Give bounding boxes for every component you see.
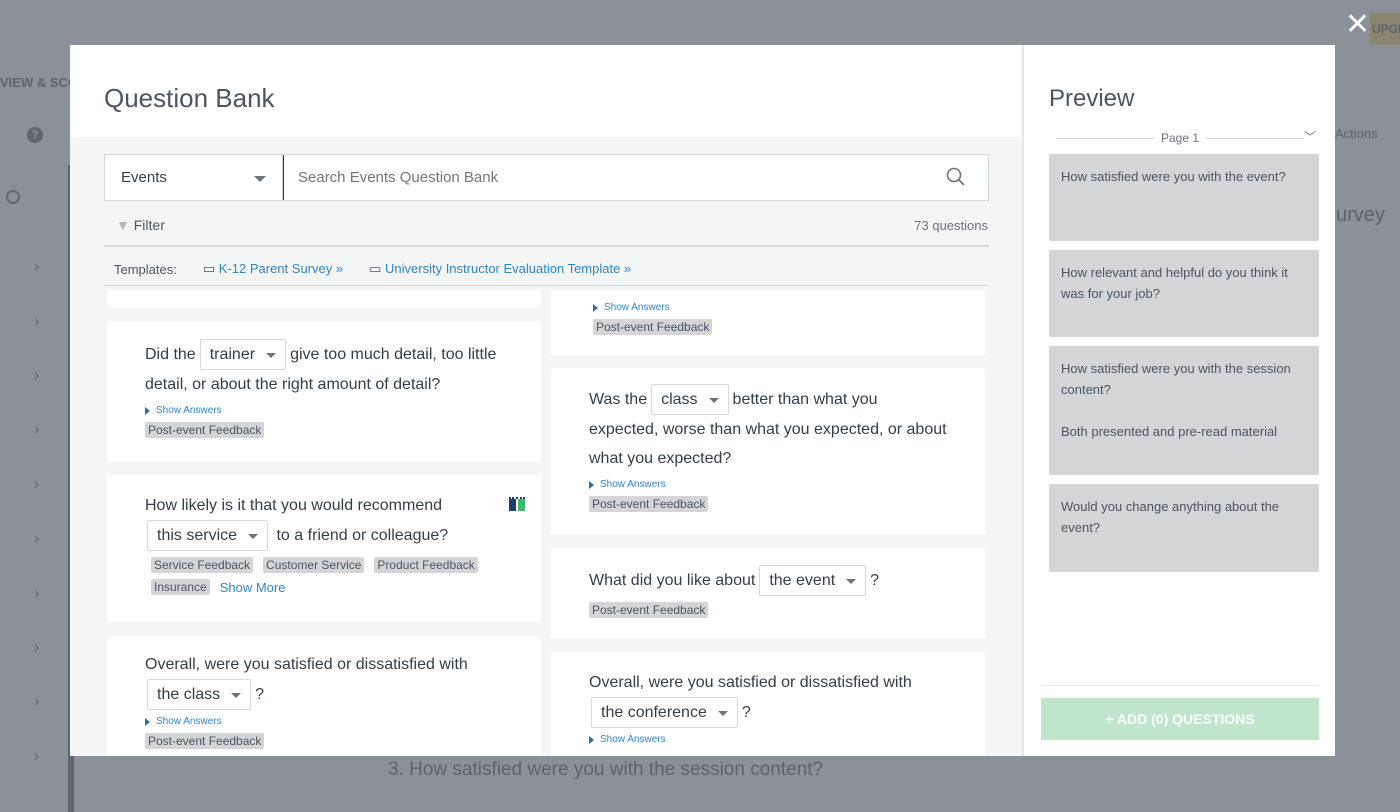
page-label: Page 1 xyxy=(1056,131,1304,145)
modal-title: Question Bank xyxy=(104,83,275,113)
tag: Service Feedback xyxy=(151,557,254,573)
help-icon: ? xyxy=(27,127,43,143)
search-icon[interactable] xyxy=(946,167,966,187)
tag: Post-event Feedback xyxy=(593,319,713,335)
question-bank-modal: Question Bank Events ▼ Filter 73 questio… xyxy=(70,45,1335,756)
chevron-right-icon: › xyxy=(34,476,40,493)
nps-icon xyxy=(509,497,525,511)
question-text: ? xyxy=(741,704,751,721)
question-text: give too much detail, too little detail,… xyxy=(145,346,497,393)
show-answers-link[interactable]: Show Answers xyxy=(589,479,947,490)
templates-label: Templates: xyxy=(114,261,177,277)
preview-title: Preview xyxy=(1049,85,1135,112)
question-list[interactable]: Did the trainer give too much detail, too … xyxy=(70,290,1022,756)
show-answers-link[interactable]: Show Answers xyxy=(589,734,947,745)
show-answers-link[interactable]: Show Answers xyxy=(145,405,503,416)
show-answers-link[interactable]: Show Answers xyxy=(593,302,943,313)
caret-right-icon xyxy=(145,406,150,415)
question-dropdown[interactable]: this service xyxy=(147,520,269,551)
filter-button[interactable]: ▼ Filter xyxy=(116,217,165,233)
chevron-right-icon: › xyxy=(34,313,40,330)
tag: Post-event Feedback xyxy=(589,602,709,618)
filter-label: Filter xyxy=(133,217,165,233)
add-questions-button[interactable]: + ADD (0) QUESTIONS xyxy=(1041,698,1319,740)
bg-tab-label: VIEW & SCO xyxy=(0,75,79,90)
show-more-link[interactable]: Show More xyxy=(220,580,286,595)
question-text: Was the xyxy=(589,391,648,408)
question-card[interactable]: Did the trainer give too much detail, too … xyxy=(107,321,541,462)
tag: Post-event Feedback xyxy=(145,422,265,438)
caret-down-icon xyxy=(254,176,266,182)
question-text: How likely is it that you would recommen… xyxy=(145,497,443,514)
filter-icon: ▼ xyxy=(116,217,130,233)
chevron-right-icon: › xyxy=(34,258,40,275)
question-card[interactable] xyxy=(107,290,541,308)
actions-button[interactable]: Actions xyxy=(1335,126,1378,141)
question-dropdown[interactable]: the event xyxy=(759,565,867,596)
upgrade-button[interactable]: UPGR xyxy=(1370,13,1400,45)
question-dropdown[interactable]: the class xyxy=(147,679,252,710)
preview-question: How relevant and helpful do you think it… xyxy=(1049,250,1319,337)
bg-search-icon xyxy=(6,190,20,204)
category-value: Events xyxy=(121,169,167,186)
chevron-right-icon: › xyxy=(34,585,40,602)
question-text: Overall, were you satisfied or dissatisf… xyxy=(145,656,468,673)
question-dropdown[interactable]: trainer xyxy=(199,339,287,370)
chevron-right-icon: › xyxy=(34,639,40,656)
question-dropdown[interactable]: class xyxy=(651,384,729,415)
preview-question: Would you change anything about the even… xyxy=(1049,484,1319,572)
preview-question-text: How satisfied were you with the session … xyxy=(1061,361,1291,397)
category-select[interactable]: Events xyxy=(105,155,283,200)
chevron-down-icon[interactable]: ﹀ xyxy=(1304,128,1316,145)
question-card[interactable]: Show Answers Post-event Feedback xyxy=(551,290,985,355)
question-card[interactable]: How likely is it that you would recommen… xyxy=(107,475,541,622)
preview-panel: Preview Page 1 ﹀ How satisfied were you … xyxy=(1024,45,1335,756)
template-link[interactable]: University Instructor Evaluation Templat… xyxy=(385,261,631,276)
question-text: ? xyxy=(870,572,880,589)
question-card[interactable]: Overall, were you satisfied or dissatisf… xyxy=(551,652,985,756)
tag: Post-event Feedback xyxy=(145,733,265,749)
tag: Product Feedback xyxy=(374,557,478,573)
chevron-right-icon: › xyxy=(34,367,40,384)
caret-right-icon xyxy=(589,735,594,744)
search-input[interactable] xyxy=(283,155,988,200)
templates-row: Templates: ▭ K-12 Parent Survey » ▭ Univ… xyxy=(114,261,631,277)
preview-question-subtext: Both presented and pre-read material xyxy=(1061,424,1278,439)
tag: Post-event Feedback xyxy=(589,496,709,512)
close-icon[interactable]: ✕ xyxy=(1345,10,1370,40)
document-icon: ▭ xyxy=(202,261,216,276)
question-card[interactable]: Was the class better than what you expecte… xyxy=(551,368,985,535)
question-count: 73 questions xyxy=(914,218,988,233)
chevron-right-icon: › xyxy=(34,530,40,547)
preview-question: How satisfied were you with the event? xyxy=(1049,154,1319,241)
question-card[interactable]: What did you like about the event? Post-e… xyxy=(551,548,985,639)
search-bar: Events xyxy=(104,154,989,201)
document-icon: ▭ xyxy=(369,261,382,276)
question-bank-panel: Question Bank Events ▼ Filter 73 questio… xyxy=(70,45,1022,756)
bg-survey-fragment: urvey xyxy=(1336,204,1385,226)
chevron-right-icon: › xyxy=(34,693,40,710)
template-link[interactable]: K-12 Parent Survey » xyxy=(219,261,343,276)
caret-right-icon xyxy=(593,303,598,312)
question-card[interactable]: Overall, were you satisfied or dissatisf… xyxy=(107,636,541,756)
question-dropdown[interactable]: the conference xyxy=(591,697,738,728)
question-text: What did you like about xyxy=(589,572,756,589)
chevron-right-icon: › xyxy=(34,421,40,438)
bg-question: 3. How satisfied were you with the sessi… xyxy=(388,759,824,780)
tag: Insurance xyxy=(151,579,210,595)
caret-right-icon xyxy=(589,480,594,489)
preview-question: How satisfied were you with the session … xyxy=(1049,346,1319,475)
caret-right-icon xyxy=(145,717,150,726)
tag: Customer Service xyxy=(263,557,365,573)
question-text: ? xyxy=(255,686,265,703)
question-text: to a friend or colleague? xyxy=(276,527,449,544)
question-text: Did the xyxy=(145,346,196,363)
chevron-right-icon: › xyxy=(34,748,40,765)
question-text: Overall, were you satisfied or dissatisf… xyxy=(589,674,912,691)
show-answers-link[interactable]: Show Answers xyxy=(145,716,503,727)
